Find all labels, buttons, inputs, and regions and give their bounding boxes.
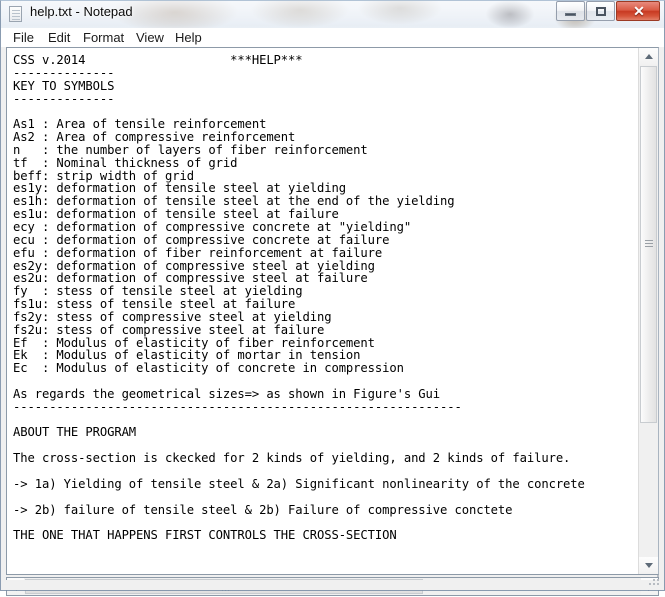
menu-item-format[interactable]: Format xyxy=(81,30,126,45)
scroll-down-arrow-icon xyxy=(645,563,653,568)
menu-item-view[interactable]: View xyxy=(134,30,166,45)
menu-item-edit[interactable]: Edit xyxy=(46,30,72,45)
window-title: help.txt - Notepad xyxy=(30,4,133,19)
scrollbar-grip-icon xyxy=(645,240,653,241)
notepad-window: help.txt - Notepad ✕ File Edit Format Vi… xyxy=(0,0,665,596)
minimize-button[interactable] xyxy=(556,1,585,21)
vertical-scrollbar[interactable] xyxy=(638,48,658,574)
window-bottom-strip xyxy=(2,580,665,590)
scroll-up-arrow-button[interactable] xyxy=(639,48,658,65)
scroll-up-arrow-icon xyxy=(645,54,653,59)
text-editor[interactable]: CSS v.2014 ***HELP*** -------------- KEY… xyxy=(7,48,638,574)
text-editor-frame: CSS v.2014 ***HELP*** -------------- KEY… xyxy=(6,47,659,575)
document-text: CSS v.2014 ***HELP*** -------------- KEY… xyxy=(13,53,585,543)
menu-item-help[interactable]: Help xyxy=(173,30,204,45)
title-bar[interactable]: help.txt - Notepad ✕ xyxy=(0,0,665,28)
close-button[interactable]: ✕ xyxy=(616,1,660,21)
vertical-scrollbar-thumb[interactable] xyxy=(640,66,657,423)
close-icon: ✕ xyxy=(633,3,645,19)
maximize-button[interactable] xyxy=(586,1,615,21)
notepad-document-icon xyxy=(9,6,22,22)
menu-item-file[interactable]: File xyxy=(11,30,36,45)
client-area: CSS v.2014 ***HELP*** -------------- KEY… xyxy=(1,47,665,596)
scroll-down-arrow-button[interactable] xyxy=(639,557,658,574)
menu-bar: File Edit Format View Help xyxy=(1,28,664,48)
resize-grip[interactable] xyxy=(649,575,661,587)
